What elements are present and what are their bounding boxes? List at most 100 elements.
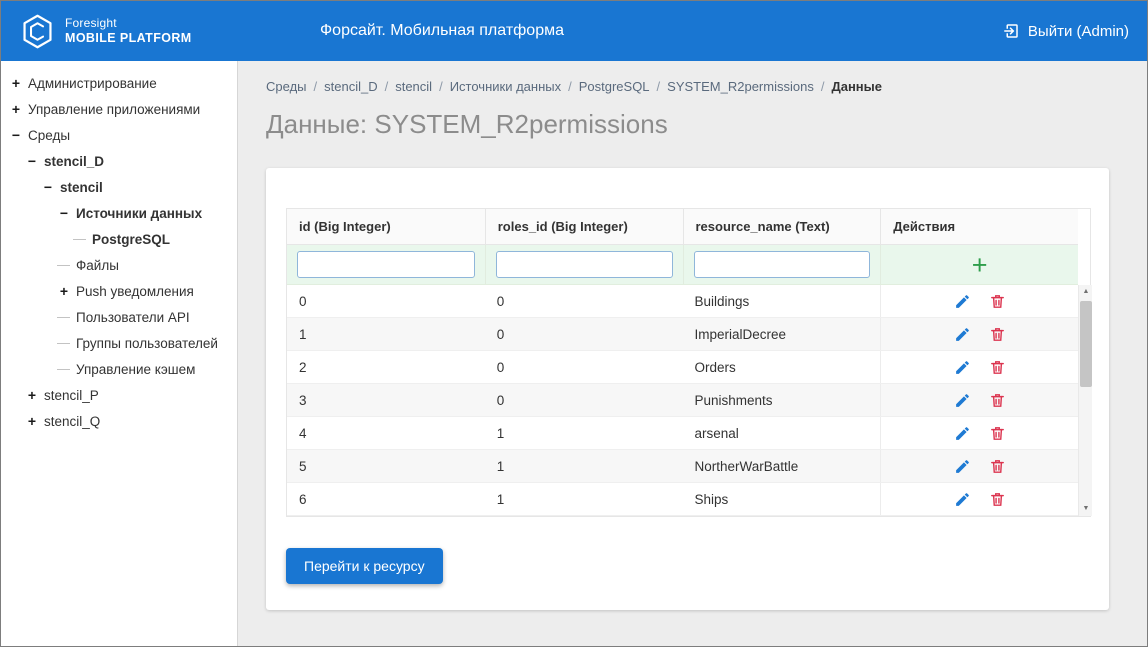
tree-item[interactable]: + stencil_P (1, 382, 237, 408)
collapse-icon[interactable]: − (57, 205, 71, 221)
logout-icon (1004, 24, 1018, 38)
logout-button[interactable]: Выйти (Admin) (1002, 22, 1129, 40)
app-root: Foresight MOBILE PLATFORM Форсайт. Мобил… (0, 0, 1148, 647)
table-row: 3 0 Punishments (287, 384, 1078, 417)
edit-row-icon[interactable] (954, 326, 971, 343)
delete-row-icon[interactable] (989, 359, 1006, 376)
tree-item[interactable]: Файлы (1, 252, 237, 278)
breadcrumb-item[interactable]: stencil_D (324, 79, 377, 94)
tree-item-label: Источники данных (76, 205, 203, 221)
cell-id: 6 (299, 491, 307, 507)
tree-item[interactable]: PostgreSQL (1, 226, 237, 252)
table-scrollbar[interactable]: ▲ ▼ (1078, 285, 1092, 516)
expand-icon[interactable]: + (25, 387, 39, 403)
table-header-row: id (Big Integer) roles_id (Big Integer) re… (287, 209, 1078, 245)
tree-item[interactable]: + Управление приложениями (1, 96, 237, 122)
table-row: 1 0 ImperialDecree (287, 318, 1078, 351)
column-header: roles_id (Big Integer) (484, 209, 683, 244)
tree-item[interactable]: Пользователи API (1, 304, 237, 330)
scrollbar-down-icon[interactable]: ▼ (1079, 502, 1093, 516)
expand-icon[interactable]: + (9, 75, 23, 91)
breadcrumb-separator: / (313, 79, 318, 94)
top-header: Foresight MOBILE PLATFORM Форсайт. Мобил… (1, 1, 1147, 61)
cell-resource_name: Orders (694, 359, 736, 375)
main-content: Среды / stencil_D / stencil / Источники данных… (238, 61, 1147, 646)
actions-cell (880, 450, 1078, 482)
tree-item[interactable]: − stencil (1, 174, 237, 200)
tree-item[interactable]: Управление кэшем (1, 356, 237, 382)
delete-row-icon[interactable] (989, 458, 1006, 475)
cell-resource_name: NortherWarBattle (694, 458, 799, 474)
breadcrumb-separator: / (656, 79, 661, 94)
edit-row-icon[interactable] (954, 491, 971, 508)
tree-item[interactable]: + Push уведомления (1, 278, 237, 304)
delete-row-icon[interactable] (989, 326, 1006, 343)
tree-item-label: stencil_D (44, 153, 105, 169)
tree-item[interactable]: − Источники данных (1, 200, 237, 226)
table-row: 5 1 NortherWarBattle (287, 450, 1078, 483)
delete-row-icon[interactable] (989, 491, 1006, 508)
tree-item[interactable]: − Среды (1, 122, 237, 148)
filter-cell (484, 245, 683, 284)
cell-roles_id: 0 (496, 326, 505, 342)
filter-input-id[interactable] (297, 251, 475, 278)
collapse-icon[interactable]: − (9, 127, 23, 143)
cell-resource_name: Ships (694, 491, 729, 507)
column-header: id (Big Integer) (299, 219, 391, 234)
collapse-icon[interactable]: − (41, 179, 55, 195)
edit-row-icon[interactable] (954, 293, 971, 310)
actions-cell (880, 417, 1078, 449)
filter-input-roles_id[interactable] (495, 251, 673, 278)
data-card: id (Big Integer) roles_id (Big Integer) re… (266, 168, 1109, 610)
breadcrumb-item[interactable]: PostgreSQL (579, 79, 650, 94)
go-to-resource-button[interactable]: Перейти к ресурсу (286, 548, 443, 584)
tree-item-label: Управление кэшем (76, 361, 196, 377)
actions-cell (880, 384, 1078, 416)
scrollbar-up-icon[interactable]: ▲ (1079, 285, 1093, 299)
tree-item[interactable]: − stencil_D (1, 148, 237, 174)
cell-resource_name: Punishments (694, 392, 773, 408)
app-title: Форсайт. Мобильная платформа (320, 22, 564, 39)
breadcrumb-separator: / (384, 79, 389, 94)
cell-roles_id: 0 (496, 293, 505, 309)
expand-icon[interactable]: + (57, 283, 71, 299)
cell-id: 1 (299, 326, 307, 342)
tree-connector (57, 264, 70, 266)
tree-item[interactable]: + Администрирование (1, 70, 237, 96)
breadcrumb-separator: / (568, 79, 572, 94)
edit-row-icon[interactable] (954, 425, 971, 442)
breadcrumb-item[interactable]: Источники данных (450, 79, 561, 94)
expand-icon[interactable]: + (9, 101, 23, 117)
expand-icon[interactable]: + (25, 413, 39, 429)
cell-id: 4 (299, 425, 307, 441)
delete-row-icon[interactable] (989, 425, 1006, 442)
table-row: 6 1 Ships (287, 483, 1078, 516)
breadcrumb-item[interactable]: stencil (395, 79, 432, 94)
breadcrumb-item[interactable]: Среды (266, 79, 307, 94)
delete-row-icon[interactable] (989, 293, 1006, 310)
table-body: 0 0 Buildings 1 0 ImperialDecree 2 0 Orders 3 0 Pun… (287, 285, 1078, 516)
breadcrumb-item[interactable]: SYSTEM_R2permissions (667, 79, 814, 94)
body-wrap: + Администрирование + Управление приложения… (1, 61, 1147, 646)
tree-item-label: Пользователи API (76, 309, 190, 325)
edit-row-icon[interactable] (954, 392, 971, 409)
sidebar-tree: + Администрирование + Управление приложения… (1, 61, 238, 646)
table-row: 2 0 Orders (287, 351, 1078, 384)
tree-item-label: Администрирование (28, 75, 157, 91)
delete-row-icon[interactable] (989, 392, 1006, 409)
table-body-wrap: 0 0 Buildings 1 0 ImperialDecree 2 0 Orders 3 0 Pun… (287, 285, 1092, 516)
tree-item[interactable]: Группы пользователей (1, 330, 237, 356)
edit-row-icon[interactable] (954, 359, 971, 376)
add-row-icon[interactable]: + (972, 251, 988, 278)
actions-cell (880, 351, 1078, 383)
scrollbar-thumb[interactable] (1080, 301, 1092, 387)
filter-input-resource_name[interactable] (693, 251, 871, 278)
actions-cell (880, 285, 1078, 317)
tree-item-label: Среды (28, 127, 71, 143)
add-cell: + (880, 245, 1078, 284)
tree-item[interactable]: + stencil_Q (1, 408, 237, 434)
collapse-icon[interactable]: − (25, 153, 39, 169)
table-row: 0 0 Buildings (287, 285, 1078, 318)
cell-id: 5 (299, 458, 307, 474)
edit-row-icon[interactable] (954, 458, 971, 475)
